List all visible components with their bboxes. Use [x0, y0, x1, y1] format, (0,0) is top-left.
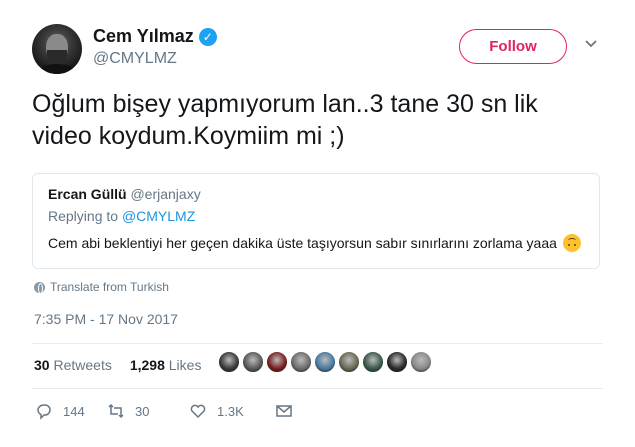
tweet-timestamp[interactable]: 7:35 PM - 17 Nov 2017: [34, 311, 178, 327]
heart-icon: [190, 404, 206, 419]
quoted-tweet[interactable]: Ercan Güllü @erjanjaxy Replying to @CMYL…: [32, 173, 600, 269]
liker-avatar[interactable]: [314, 351, 336, 373]
tweet-actions: 144 30 1.3K: [35, 402, 293, 420]
upside-down-face-emoji-icon: [562, 234, 581, 252]
translate-link[interactable]: Translate from Turkish: [34, 280, 169, 294]
divider: [32, 388, 603, 389]
follow-button[interactable]: Follow: [459, 29, 567, 64]
likers-avatars: [218, 351, 432, 373]
tweet-header: Cem Yılmaz ✓ @CMYLMZ Follow: [32, 22, 603, 74]
replying-to-handle[interactable]: @CMYLMZ: [122, 208, 195, 224]
like-button[interactable]: 1.3K: [189, 402, 275, 420]
reply-count: 144: [63, 403, 85, 419]
retweet-count: 30: [135, 403, 150, 419]
quoted-tweet-text-row: Cem abi beklentiyi her geçen dakika üste…: [48, 234, 584, 252]
divider: [32, 343, 603, 344]
direct-message-button[interactable]: [275, 402, 293, 420]
liker-avatar[interactable]: [410, 351, 432, 373]
quoted-author-handle: @erjanjaxy: [130, 186, 201, 202]
verified-badge-icon: ✓: [198, 27, 217, 46]
chevron-down-icon[interactable]: [584, 36, 598, 50]
author-avatar[interactable]: [32, 24, 82, 74]
liker-avatar[interactable]: [362, 351, 384, 373]
retweet-button[interactable]: 30: [107, 402, 189, 420]
liker-avatar[interactable]: [290, 351, 312, 373]
liker-avatar[interactable]: [218, 351, 240, 373]
retweets-label: Retweets: [53, 357, 112, 373]
quoted-tweet-text: Cem abi beklentiyi her geçen dakika üste…: [48, 235, 557, 251]
like-count: 1.3K: [217, 403, 244, 419]
likes-label: Likes: [168, 357, 202, 373]
envelope-icon: [276, 405, 292, 417]
liker-avatar[interactable]: [386, 351, 408, 373]
quoted-tweet-header: Ercan Güllü @erjanjaxy: [48, 186, 584, 202]
retweet-icon: [108, 403, 124, 419]
quoted-author-name: Ercan Güllü: [48, 186, 127, 202]
likes-stat[interactable]: 1,298 Likes: [130, 357, 202, 373]
retweets-stat[interactable]: 30 Retweets: [34, 357, 112, 373]
reply-icon: [37, 404, 51, 420]
liker-avatar[interactable]: [338, 351, 360, 373]
translate-label[interactable]: Translate from Turkish: [50, 280, 169, 294]
reply-button[interactable]: 144: [35, 402, 107, 420]
tweet-text: Oğlum bişey yapmıyorum lan..3 tane 30 sn…: [32, 90, 538, 150]
tweet-stats: 30 Retweets 1,298 Likes: [34, 357, 201, 373]
author-names: Cem Yılmaz ✓ @CMYLMZ: [93, 26, 217, 68]
globe-icon: [34, 281, 45, 294]
replying-to: Replying to @CMYLMZ: [48, 208, 584, 224]
author-handle[interactable]: @CMYLMZ: [93, 50, 217, 68]
liker-avatar[interactable]: [266, 351, 288, 373]
replying-to-prefix: Replying to: [48, 208, 119, 224]
author-display-name[interactable]: Cem Yılmaz: [93, 26, 194, 47]
liker-avatar[interactable]: [242, 351, 264, 373]
likes-count: 1,298: [129, 357, 165, 373]
retweets-count: 30: [34, 357, 50, 373]
